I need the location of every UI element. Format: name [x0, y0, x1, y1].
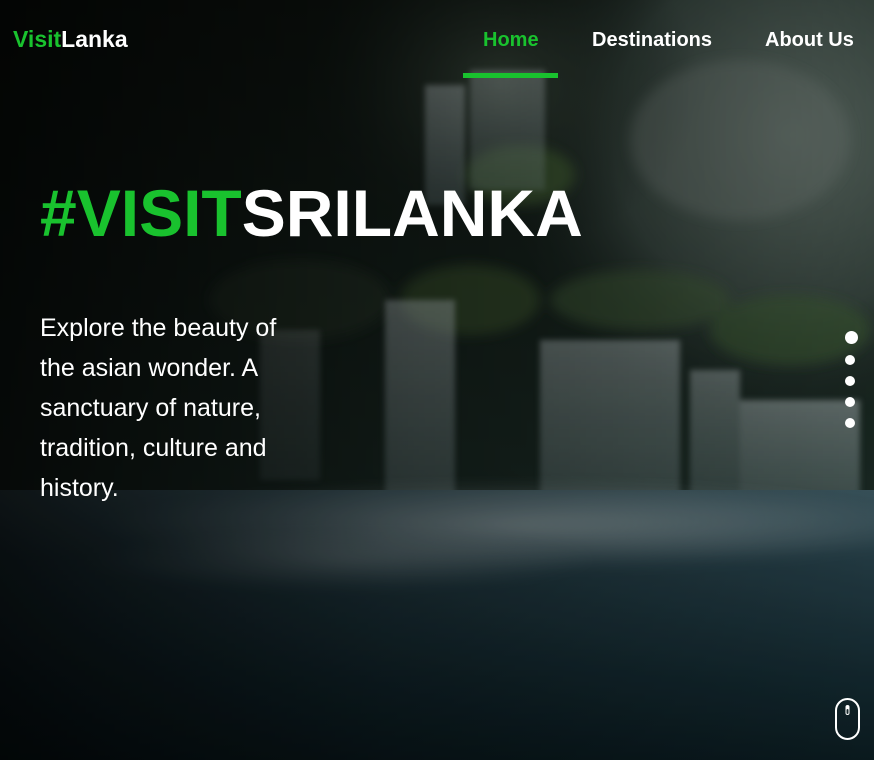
nav-link-about-us[interactable]: About Us — [765, 29, 854, 51]
slide-dot-1[interactable] — [845, 331, 858, 344]
logo-text: Lanka — [61, 26, 128, 52]
nav-link-destinations[interactable]: Destinations — [592, 29, 712, 51]
slide-dot-4[interactable] — [845, 397, 855, 407]
slide-dot-5[interactable] — [845, 418, 855, 428]
hero-headline: #VISITSRILANKA — [40, 176, 583, 250]
active-nav-indicator — [463, 73, 558, 78]
hero-tagline: Explore the beauty of the asian wonder. … — [40, 314, 277, 502]
headline-text: SRILANKA — [241, 176, 583, 250]
logo-accent-text: Visit — [13, 26, 62, 52]
site-logo[interactable]: VisitLanka — [13, 26, 128, 52]
slide-dot-3[interactable] — [845, 376, 855, 386]
slide-dot-2[interactable] — [845, 355, 855, 365]
navbar: VisitLanka Home Destinations About Us — [0, 0, 874, 78]
headline-accent: #VISIT — [40, 176, 242, 250]
nav-link-home[interactable]: Home — [483, 29, 539, 51]
mouse-scroll-icon[interactable] — [834, 697, 861, 741]
hero-section: VisitLanka Home Destinations About Us #V… — [0, 0, 874, 760]
